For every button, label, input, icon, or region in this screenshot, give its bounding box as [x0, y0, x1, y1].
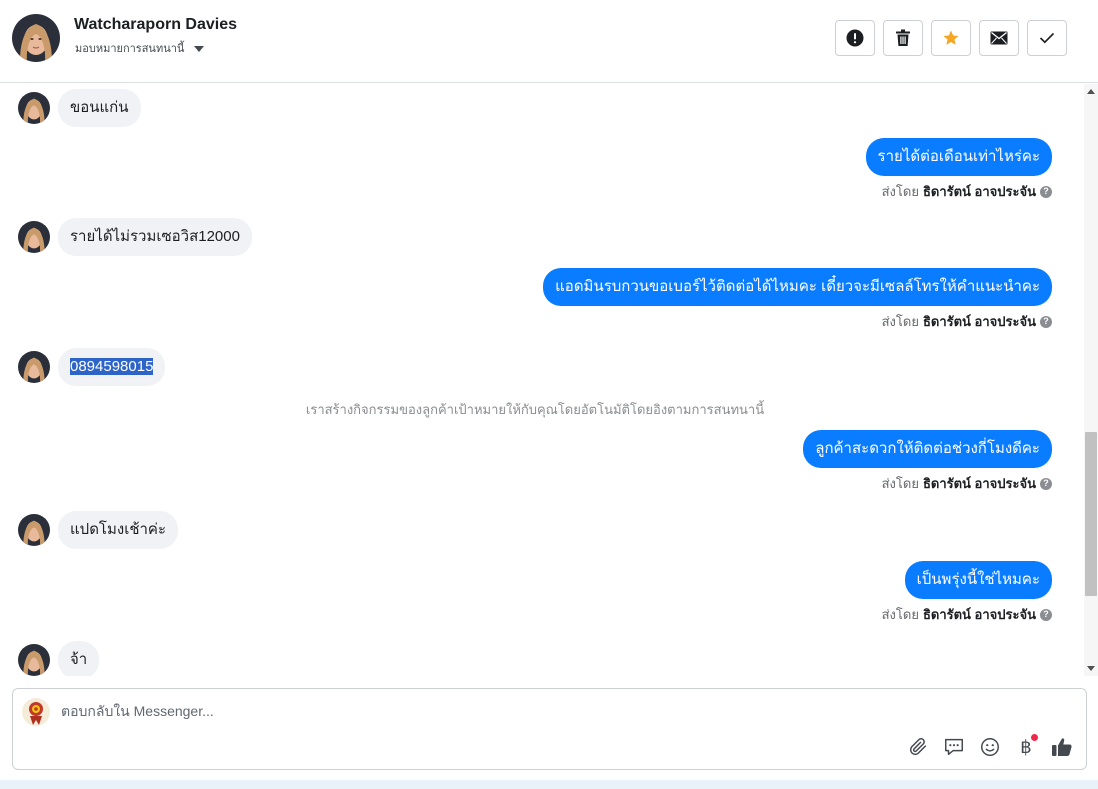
sent-by-label: ส่งโดย [881, 314, 919, 329]
star-icon [943, 30, 959, 45]
scroll-down-arrow-icon[interactable] [1087, 666, 1095, 671]
sender-name: ธิดารัตน์ อาจประจัน [922, 184, 1036, 199]
message-thread[interactable]: ขอนแก่น รายได้ต่อเดือนเท่าไหร่คะ ส่งโดย … [0, 84, 1084, 676]
baht-icon: ฿ [1020, 736, 1032, 758]
contact-avatar-small [18, 351, 50, 383]
mark-spam-button[interactable] [835, 20, 875, 56]
selected-phone-number[interactable]: 0894598015 [70, 358, 154, 375]
message-bubble[interactable]: รายได้ไม่รวมเซอวิส12000 [58, 218, 252, 256]
payment-button[interactable]: ฿ [1014, 734, 1038, 759]
sender-name: ธิดารัตน์ อาจประจัน [922, 476, 1036, 491]
incoming-message: รายได้ไม่รวมเซอวิส12000 [18, 218, 252, 256]
caret-down-icon [194, 46, 205, 52]
sent-by-label: ส่งโดย [881, 607, 919, 622]
emoji-button[interactable] [978, 735, 1002, 759]
contact-avatar-small [18, 92, 50, 124]
sent-by-label: ส่งโดย [881, 476, 919, 491]
message-bubble[interactable]: ขอนแก่น [58, 89, 141, 127]
message-bubble[interactable]: แอดมินรบกวนขอเบอร์ไว้ติดต่อได้ไหมคะ เดี๋… [543, 268, 1052, 306]
question-icon[interactable]: ? [1040, 608, 1052, 621]
scrollbar-thumb[interactable] [1085, 432, 1097, 596]
outgoing-message: รายได้ต่อเดือนเท่าไหร่คะ ส่งโดย ธิดารัตน… [865, 138, 1052, 202]
sender-name: ธิดารัตน์ อาจประจัน [922, 314, 1036, 329]
incoming-message: แปดโมงเช้าค่ะ [18, 511, 179, 549]
message-bubble[interactable]: 0894598015 [58, 348, 166, 386]
bottom-strip [0, 780, 1098, 789]
attach-button[interactable] [906, 735, 930, 759]
sent-by-line: ส่งโดย ธิดารัตน์ อาจประจัน ? [882, 604, 1052, 625]
trash-icon [896, 29, 910, 46]
contact-avatar[interactable] [12, 14, 60, 62]
mark-done-button[interactable] [1027, 20, 1067, 56]
assign-label: มอบหมายการสนทนานี้ [75, 43, 185, 55]
thumbs-up-icon [1052, 738, 1072, 756]
outgoing-message: ลูกค้าสะดวกให้ติดต่อช่วงกี่โมงดีคะ ส่งโด… [803, 430, 1052, 494]
reply-input[interactable] [61, 703, 861, 719]
incoming-message: 0894598015 [18, 348, 166, 386]
sent-by-line: ส่งโดย ธิดารัตน์ อาจประจัน ? [882, 181, 1052, 202]
contact-name: Watcharaporn Davies [74, 16, 238, 33]
page-avatar [22, 698, 50, 726]
contact-avatar-small [18, 644, 50, 676]
scroll-up-arrow-icon[interactable] [1087, 89, 1095, 94]
saved-replies-button[interactable] [942, 735, 966, 759]
emoji-icon [981, 738, 999, 756]
thread-scrollbar[interactable] [1084, 84, 1098, 676]
system-note: เราสร้างกิจกรรมของลูกค้าเป้าหมายให้กับคุ… [305, 402, 765, 417]
message-bubble[interactable]: ลูกค้าสะดวกให้ติดต่อช่วงกี่โมงดีคะ [803, 430, 1052, 468]
contact-avatar-small [18, 221, 50, 253]
incoming-message: ขอนแก่น [18, 89, 141, 127]
incoming-message: จ้า [18, 641, 100, 676]
alert-icon [846, 29, 864, 47]
outgoing-message: แอดมินรบกวนขอเบอร์ไว้ติดต่อได้ไหมคะ เดี๋… [543, 268, 1052, 332]
sender-name: ธิดารัตน์ อาจประจัน [922, 607, 1036, 622]
message-bubble[interactable]: จ้า [58, 641, 100, 676]
contact-avatar-small [18, 514, 50, 546]
question-icon[interactable]: ? [1040, 315, 1052, 328]
sent-by-line: ส่งโดย ธิดารัตน์ อาจประจัน ? [882, 473, 1052, 494]
question-icon[interactable]: ? [1040, 477, 1052, 490]
paperclip-icon [909, 738, 927, 756]
saved-reply-icon [945, 738, 963, 756]
envelope-icon [990, 31, 1008, 45]
conversation-header: Watcharaporn Davies มอบหมายการสนทนานี้ [0, 0, 1098, 83]
check-icon [1039, 32, 1055, 44]
like-button[interactable] [1050, 735, 1074, 759]
notification-dot [1031, 734, 1038, 741]
reply-composer: ฿ [12, 688, 1087, 770]
assign-conversation-dropdown[interactable]: มอบหมายการสนทนานี้ [75, 39, 205, 57]
sent-by-label: ส่งโดย [881, 184, 919, 199]
message-bubble[interactable]: แปดโมงเช้าค่ะ [58, 511, 179, 549]
star-button[interactable] [931, 20, 971, 56]
message-bubble[interactable]: รายได้ต่อเดือนเท่าไหร่คะ [865, 138, 1052, 176]
message-bubble[interactable]: เป็นพรุ่งนี้ใช่ไหมคะ [904, 561, 1052, 599]
outgoing-message: เป็นพรุ่งนี้ใช่ไหมคะ ส่งโดย ธิดารัตน์ อา… [882, 561, 1052, 625]
sent-by-line: ส่งโดย ธิดารัตน์ อาจประจัน ? [882, 311, 1052, 332]
mark-unread-button[interactable] [979, 20, 1019, 56]
question-icon[interactable]: ? [1040, 185, 1052, 198]
delete-button[interactable] [883, 20, 923, 56]
